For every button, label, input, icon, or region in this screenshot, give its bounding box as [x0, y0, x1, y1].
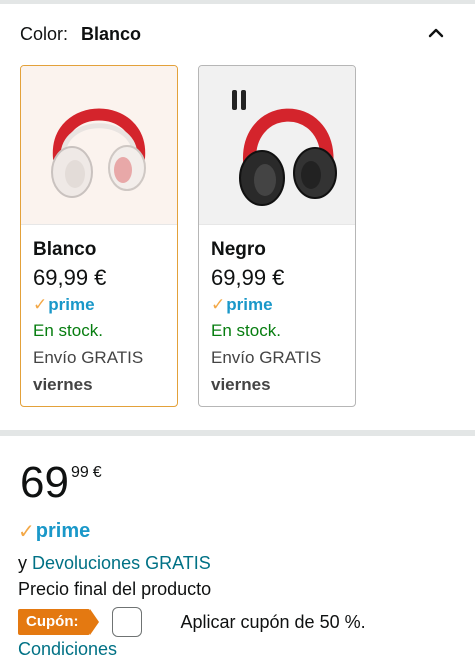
coupon-checkbox[interactable]	[112, 607, 143, 637]
coupon-row: Cupón: Aplicar cupón de 50 %.	[18, 607, 366, 637]
prime-check-icon: ✓	[211, 295, 226, 314]
coupon-badge: Cupón:	[18, 609, 101, 635]
top-divider	[0, 0, 475, 4]
final-price-text: Precio final del producto	[18, 579, 212, 599]
selected-color: Blanco	[81, 23, 142, 44]
returns-prefix: y	[18, 553, 27, 573]
swatch-name: Blanco	[33, 239, 97, 260]
prime-logo: ✓ prime	[33, 293, 165, 317]
delivery-day: viernes	[33, 375, 93, 394]
headphones-black-image	[199, 66, 355, 224]
returns-line: y Devoluciones GRATIS	[18, 551, 211, 575]
color-label: Color:	[20, 23, 69, 44]
price-fraction: 99	[70, 464, 89, 481]
prime-logo: ✓ prime	[211, 293, 343, 317]
color-swatch-blanco[interactable]: Blanco 69,99 € ✓ prime En stock. Envío GR…	[20, 65, 178, 407]
stock-status: En stock.	[33, 321, 103, 340]
chevron-up-icon[interactable]	[427, 24, 445, 42]
headphones-white-image	[21, 66, 177, 224]
swatch-price: 69,99 €	[211, 265, 285, 290]
color-selector-header[interactable]: Color: Blanco	[20, 22, 455, 46]
shipping-text: Envío GRATIS	[33, 348, 144, 367]
color-swatch-negro[interactable]: Negro 69,99 € ✓ prime En stock. Envío GRA…	[198, 65, 356, 407]
price-currency: €	[92, 464, 102, 481]
shipping-text: Envío GRATIS	[211, 348, 322, 367]
product-price: 69 99 €	[20, 458, 102, 508]
swatch-price: 69,99 €	[33, 265, 107, 290]
stock-status: En stock.	[211, 321, 281, 340]
prime-check-icon: ✓	[33, 295, 48, 314]
prime-badge: ✓ prime	[18, 520, 91, 543]
free-returns-link[interactable]: Devoluciones GRATIS	[32, 553, 211, 573]
prime-check-icon: ✓	[18, 521, 35, 543]
delivery-day: viernes	[211, 375, 271, 394]
swatch-name: Negro	[211, 239, 266, 260]
coupon-conditions-link[interactable]: Condiciones	[18, 637, 117, 661]
coupon-text: Aplicar cupón de 50 %.	[180, 611, 366, 632]
price-whole: 69	[20, 458, 69, 507]
section-divider	[0, 430, 475, 436]
